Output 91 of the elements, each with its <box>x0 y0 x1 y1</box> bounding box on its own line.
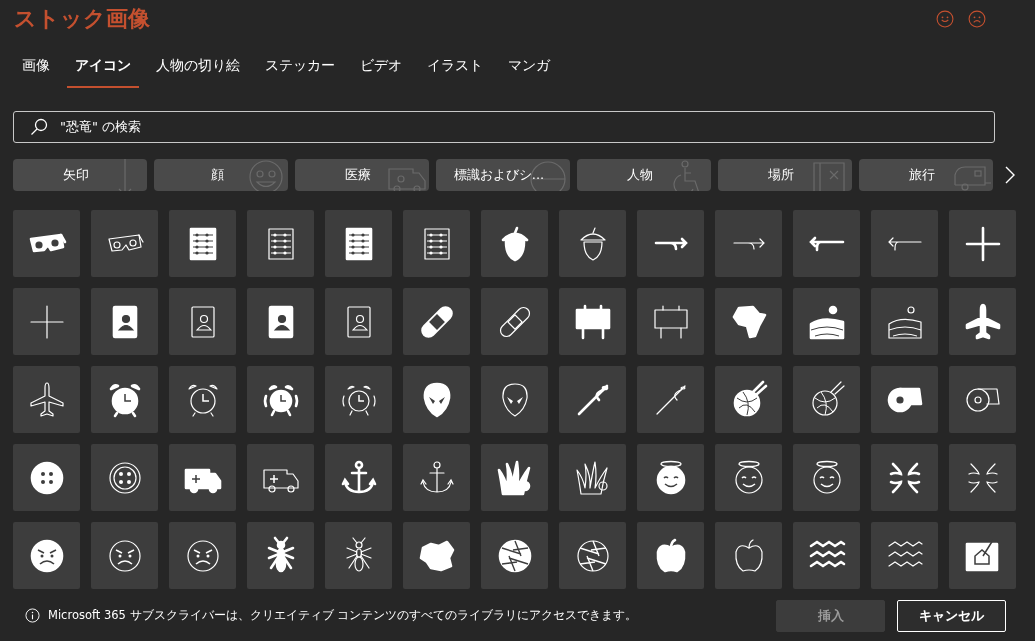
tab[interactable]: ビデオ <box>352 52 410 88</box>
icon-tile[interactable] <box>247 366 314 433</box>
icon-tile[interactable] <box>247 288 314 355</box>
icon-tile[interactable] <box>91 444 158 511</box>
icon-tile[interactable] <box>793 210 860 277</box>
icon-tile[interactable] <box>169 210 236 277</box>
icon-tile[interactable] <box>91 366 158 433</box>
icon-tile[interactable] <box>559 522 626 589</box>
icon-tile[interactable] <box>871 210 938 277</box>
tab[interactable]: 画像 <box>14 52 58 88</box>
search-icon <box>30 118 48 136</box>
icon-tile[interactable] <box>559 366 626 433</box>
frowning-face-icon[interactable] <box>967 9 987 29</box>
category-chip[interactable]: 旅行 <box>859 159 993 191</box>
icon-tile[interactable] <box>637 210 704 277</box>
category-chip[interactable]: 人物 <box>577 159 711 191</box>
icon-tile[interactable] <box>247 210 314 277</box>
tab[interactable]: イラスト <box>419 52 491 88</box>
icon-tile[interactable] <box>481 288 548 355</box>
icon-tile[interactable] <box>481 210 548 277</box>
category-chip[interactable]: 場所 <box>718 159 852 191</box>
tab[interactable]: ステッカー <box>257 52 343 88</box>
icon-tile[interactable] <box>247 522 314 589</box>
icon-tile[interactable] <box>793 288 860 355</box>
icon-tile[interactable] <box>715 210 782 277</box>
icon-tile[interactable] <box>169 522 236 589</box>
icon-tile[interactable] <box>715 444 782 511</box>
icon-tile[interactable] <box>793 366 860 433</box>
window-title: ストック画像 <box>14 5 150 33</box>
smiley-face-icon[interactable] <box>935 9 955 29</box>
tab[interactable]: アイコン <box>67 52 139 88</box>
icon-tile[interactable] <box>169 366 236 433</box>
icon-tile[interactable] <box>403 366 470 433</box>
icon-tile[interactable] <box>91 288 158 355</box>
icon-tile[interactable] <box>247 444 314 511</box>
category-chip[interactable]: 矢印 <box>13 159 147 191</box>
icon-tile[interactable] <box>871 366 938 433</box>
info-icon <box>25 608 40 623</box>
icon-tile[interactable] <box>559 444 626 511</box>
icon-tile[interactable] <box>13 444 80 511</box>
icon-tile[interactable] <box>637 522 704 589</box>
icon-tile[interactable] <box>481 444 548 511</box>
icon-tile[interactable] <box>403 444 470 511</box>
icon-tile[interactable] <box>403 522 470 589</box>
icon-tile[interactable] <box>637 444 704 511</box>
icon-tile[interactable] <box>559 288 626 355</box>
arrow-icon <box>731 236 766 251</box>
icon-tile[interactable] <box>325 288 392 355</box>
icon-tile[interactable] <box>871 522 938 589</box>
arrow-icon <box>808 235 845 252</box>
icon-tile[interactable] <box>949 366 1016 433</box>
icon-tile[interactable] <box>481 366 548 433</box>
icon-tile[interactable] <box>325 366 392 433</box>
arrow-icon <box>653 236 688 251</box>
icon-tile[interactable] <box>91 522 158 589</box>
tab[interactable]: 人物の切り絵 <box>148 52 248 88</box>
icon-tile[interactable] <box>871 288 938 355</box>
icon-tile[interactable] <box>481 522 548 589</box>
icon-tile[interactable] <box>637 366 704 433</box>
icon-tile[interactable] <box>403 288 470 355</box>
icon-tile[interactable] <box>169 288 236 355</box>
category-chip[interactable]: 顔 <box>154 159 288 191</box>
icon-tile[interactable] <box>715 366 782 433</box>
icon-tile[interactable] <box>169 444 236 511</box>
icon-tile[interactable] <box>949 444 1016 511</box>
icon-tile[interactable] <box>91 210 158 277</box>
face-icon <box>246 159 286 191</box>
icon-tile[interactable] <box>793 522 860 589</box>
icon-tile[interactable] <box>949 210 1016 277</box>
icon-tile[interactable] <box>325 444 392 511</box>
icon-tile[interactable] <box>715 288 782 355</box>
icon-tile[interactable] <box>403 210 470 277</box>
subscriber-notice: Microsoft 365 サブスクライバーは、クリエイティブ コンテンツのすべてのライブラリにアクセスできます。 <box>48 608 639 623</box>
icon-tile[interactable] <box>715 522 782 589</box>
icon-tile[interactable] <box>325 522 392 589</box>
cancel-button[interactable]: キャンセル <box>897 599 1006 632</box>
icon-tile[interactable] <box>13 522 80 589</box>
icon-tile[interactable] <box>13 288 80 355</box>
icon-tile[interactable] <box>793 444 860 511</box>
category-chip[interactable]: 標識およびシ... <box>436 159 570 191</box>
icon-tile[interactable] <box>325 210 392 277</box>
tab[interactable]: マンガ <box>500 52 558 88</box>
icon-tile[interactable] <box>949 288 1016 355</box>
category-chip[interactable]: 医療 <box>295 159 429 191</box>
icon-tile[interactable] <box>871 444 938 511</box>
arrow-icon <box>886 235 923 252</box>
icon-tile[interactable] <box>559 210 626 277</box>
icon-tile[interactable] <box>949 522 1016 589</box>
icon-tile[interactable] <box>13 210 80 277</box>
icon-tile[interactable] <box>637 288 704 355</box>
icon-tile[interactable] <box>13 366 80 433</box>
